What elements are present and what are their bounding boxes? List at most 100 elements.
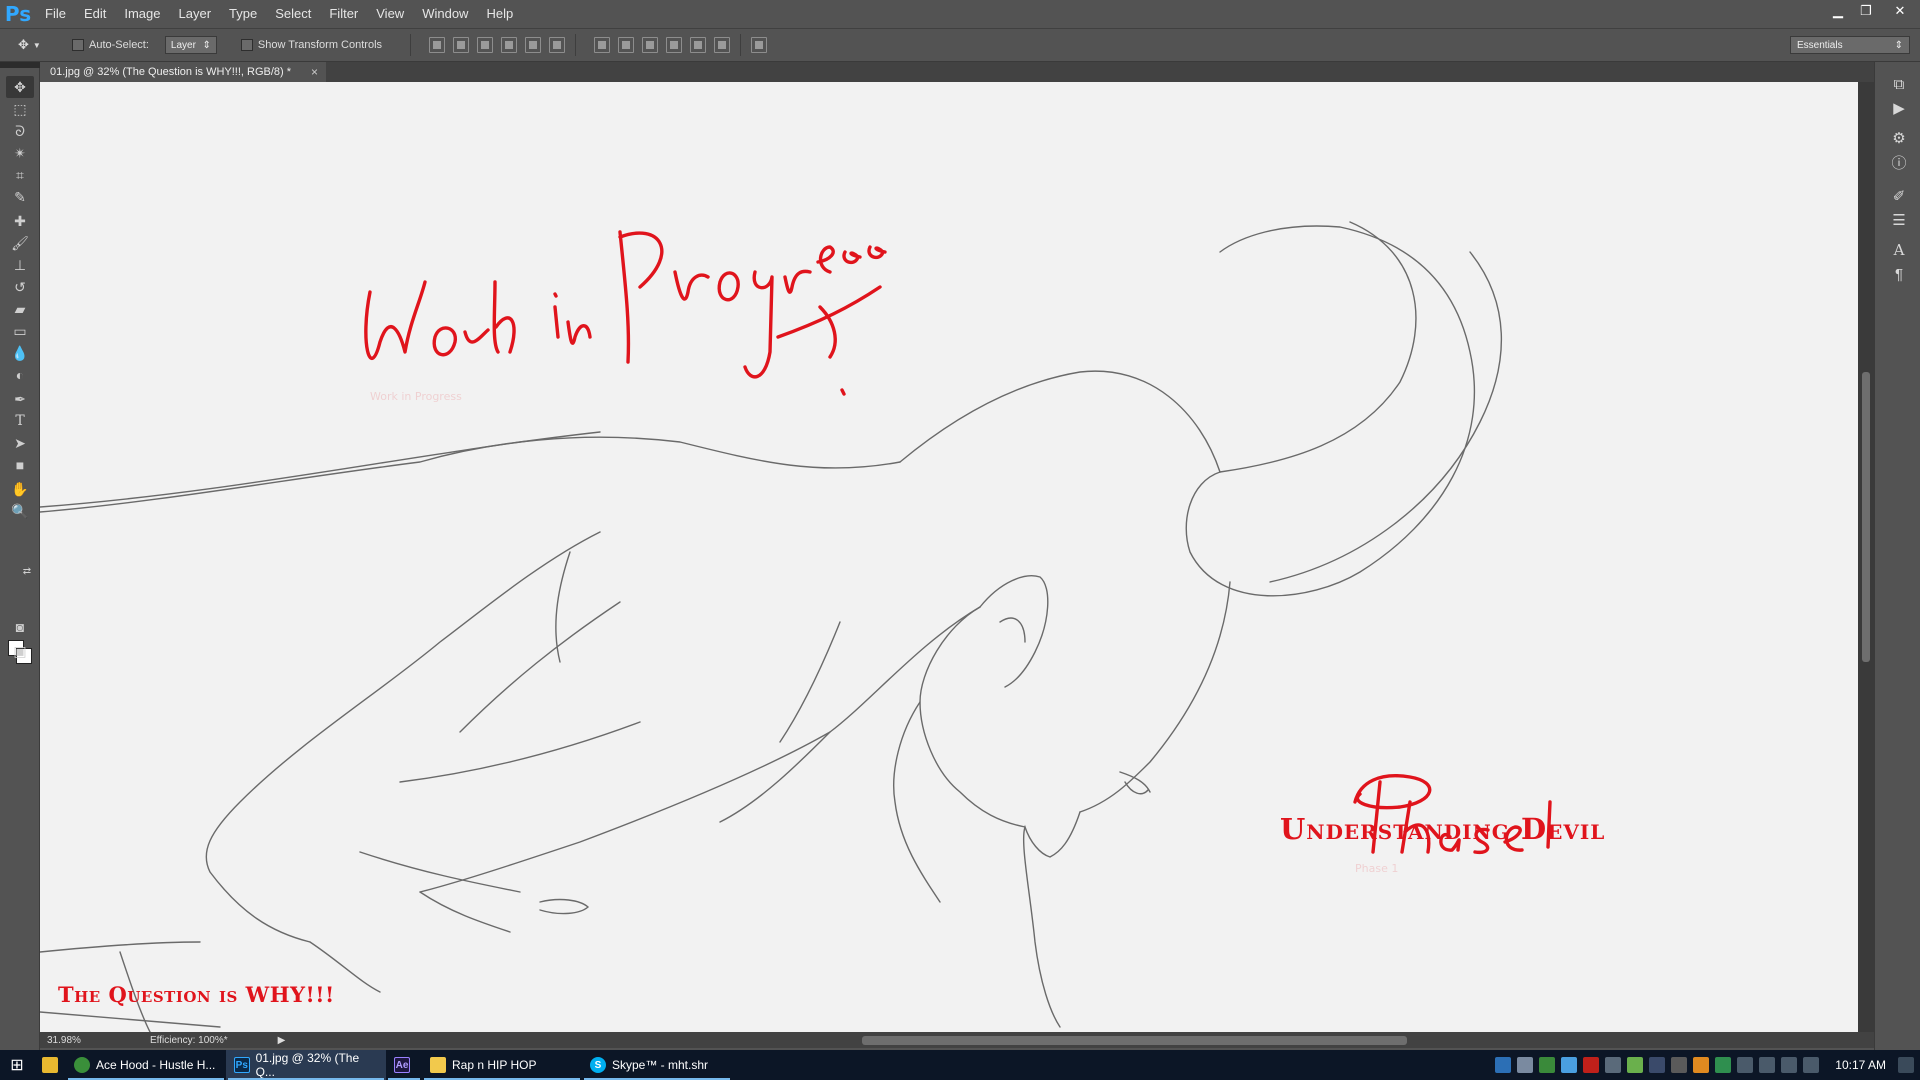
status-and-horizontal-scrollbar: 31.98% Efficiency: 100%* ▶ [40, 1032, 1874, 1048]
path-selection-icon[interactable]: ➤ [6, 432, 34, 454]
move-tool-icon: ✥ [18, 37, 29, 52]
magic-wand-icon[interactable]: ✴ [6, 142, 34, 164]
utility-tray-icon[interactable] [1605, 1057, 1622, 1073]
auto-align-layers-icon[interactable] [751, 37, 768, 53]
gradient-tool-icon[interactable]: ▭ [6, 320, 34, 342]
workspace-value: Essentials [1797, 39, 1843, 51]
wifi-tray-icon[interactable] [1737, 1057, 1754, 1073]
distribute-bottom-icon[interactable] [642, 37, 659, 53]
blur-tool-icon[interactable]: 💧 [6, 342, 34, 364]
taskbar-item-skype[interactable]: S Skype™ - mht.shr [582, 1050, 732, 1080]
google-drive-tray-icon[interactable] [1561, 1057, 1578, 1073]
eyedropper-icon[interactable]: ✎ [6, 186, 34, 208]
align-hcenter-icon[interactable] [525, 37, 542, 53]
swap-colors-icon[interactable]: ⇄ [20, 560, 34, 582]
battery-tray-icon[interactable] [1781, 1057, 1798, 1073]
align-top-icon[interactable] [429, 37, 446, 53]
character-panel-icon[interactable]: A [1889, 240, 1909, 260]
dodge-tool-icon[interactable]: ◐ [6, 364, 34, 386]
distribute-left-icon[interactable] [666, 37, 683, 53]
status-menu-arrow-icon[interactable]: ▶ [278, 1035, 286, 1046]
zoom-level[interactable]: 31.98% [40, 1035, 90, 1046]
file-explorer-icon [42, 1057, 58, 1073]
document-canvas[interactable]: Work in Progress Phase 1 Understanding D… [40, 82, 1858, 1032]
info-panel-icon[interactable]: ⓘ [1889, 152, 1909, 172]
history-brush-icon[interactable]: ↺ [6, 276, 34, 298]
green-tray-icon[interactable] [1627, 1057, 1644, 1073]
clone-stamp-icon[interactable]: ⊥ [6, 254, 34, 276]
menu-layer[interactable]: Layer [170, 0, 221, 28]
marquee-tool-icon[interactable]: ⬚ [6, 98, 34, 120]
healing-brush-icon[interactable]: ✚ [6, 210, 34, 232]
menu-image[interactable]: Image [115, 0, 169, 28]
taskbar-item-chrome[interactable]: Ace Hood - Hustle H... [66, 1050, 226, 1080]
type-tool-icon[interactable]: T [6, 410, 34, 432]
align-left-icon[interactable] [501, 37, 518, 53]
volume-tray-icon[interactable] [1759, 1057, 1776, 1073]
taskbar-item-after-effects[interactable]: Ae [386, 1050, 422, 1080]
efficiency-status: Efficiency: 100%* [150, 1034, 228, 1046]
distribute-top-icon[interactable] [594, 37, 611, 53]
orange-tray-icon[interactable] [1693, 1057, 1710, 1073]
adobe-tray-icon[interactable] [1583, 1057, 1600, 1073]
steam-tray-icon[interactable] [1649, 1057, 1666, 1073]
notifications-icon[interactable] [1898, 1057, 1914, 1073]
distribute-vcenter-icon[interactable] [618, 37, 635, 53]
menu-select[interactable]: Select [266, 0, 320, 28]
misc-tray-icon[interactable] [1671, 1057, 1688, 1073]
menu-view[interactable]: View [367, 0, 413, 28]
vertical-scroll-thumb[interactable] [1862, 372, 1870, 662]
screen-mode-icon[interactable]: ▣ [6, 640, 34, 662]
menu-window[interactable]: Window [413, 0, 477, 28]
zoom-tool-icon[interactable]: 🔍 [6, 500, 34, 522]
distribute-hcenter-icon[interactable] [690, 37, 707, 53]
history-panel-icon[interactable]: ⧉ [1889, 74, 1909, 94]
align-vcenter-icon[interactable] [453, 37, 470, 53]
windows-start-icon[interactable]: ⊞ [0, 1050, 34, 1080]
rectangle-tool-icon[interactable]: ■ [6, 454, 34, 476]
menu-type[interactable]: Type [220, 0, 266, 28]
adjustments-panel-icon[interactable]: ⚙ [1889, 128, 1909, 148]
brush-presets-icon[interactable]: ☰ [1889, 210, 1909, 230]
align-bottom-icon[interactable] [477, 37, 494, 53]
hand-tool-icon[interactable]: ✋ [6, 478, 34, 500]
taskbar-item-photoshop[interactable]: Ps 01.jpg @ 32% (The Q... [226, 1050, 386, 1080]
menu-file[interactable]: File [36, 0, 75, 28]
crop-tool-icon[interactable]: ⌗ [6, 164, 34, 186]
paragraph-panel-icon[interactable]: ¶ [1889, 264, 1909, 284]
lasso-tool-icon[interactable]: ᘐ [6, 120, 34, 142]
move-tool-icon[interactable]: ✥ [6, 76, 34, 98]
keyboard-tray-icon[interactable] [1803, 1057, 1820, 1073]
auto-select-checkbox[interactable]: Auto-Select: [72, 39, 149, 51]
document-tab[interactable]: 01.jpg @ 32% (The Question is WHY!!!, RG… [40, 62, 326, 82]
pen-tool-icon[interactable]: ✒ [6, 388, 34, 410]
show-transform-checkbox[interactable]: Show Transform Controls [240, 39, 383, 51]
align-right-icon[interactable] [549, 37, 566, 53]
brush-tool-icon[interactable]: 🖌 [6, 232, 34, 254]
restore-button[interactable]: ❐ [1852, 0, 1880, 22]
brush-panel-icon[interactable]: ✐ [1889, 186, 1909, 206]
eraser-icon[interactable]: ▰ [6, 298, 34, 320]
box-tray-icon[interactable] [1495, 1057, 1512, 1073]
auto-select-target-dropdown[interactable]: Layer ⇕ [164, 36, 217, 54]
workspace-switcher[interactable]: Essentials ⇕ [1790, 36, 1910, 54]
quick-mask-icon[interactable]: ◙ [6, 616, 34, 638]
taskbar-explorer[interactable] [34, 1050, 66, 1080]
menu-filter[interactable]: Filter [320, 0, 367, 28]
taskbar-clock[interactable]: 10:17 AM [1835, 1058, 1886, 1072]
vertical-scrollbar[interactable] [1858, 82, 1874, 1032]
network-drive-tray-icon[interactable] [1517, 1057, 1534, 1073]
minimize-button[interactable]: ▁ [1824, 0, 1852, 22]
close-tab-icon[interactable]: × [311, 65, 318, 79]
close-button[interactable]: ✕ [1880, 0, 1920, 22]
menu-help[interactable]: Help [477, 0, 522, 28]
show-transform-label: Show Transform Controls [257, 39, 383, 51]
taskbar-item-folder[interactable]: Rap n HIP HOP [422, 1050, 582, 1080]
menu-edit[interactable]: Edit [75, 0, 115, 28]
tool-preset-picker[interactable]: ✥ ▼ [18, 37, 60, 53]
nvidia-tray-icon[interactable] [1539, 1057, 1556, 1073]
actions-panel-icon[interactable]: ▶ [1889, 98, 1909, 118]
distribute-right-icon[interactable] [714, 37, 731, 53]
horizontal-scroll-thumb[interactable] [862, 1036, 1407, 1045]
recycle-tray-icon[interactable] [1715, 1057, 1732, 1073]
